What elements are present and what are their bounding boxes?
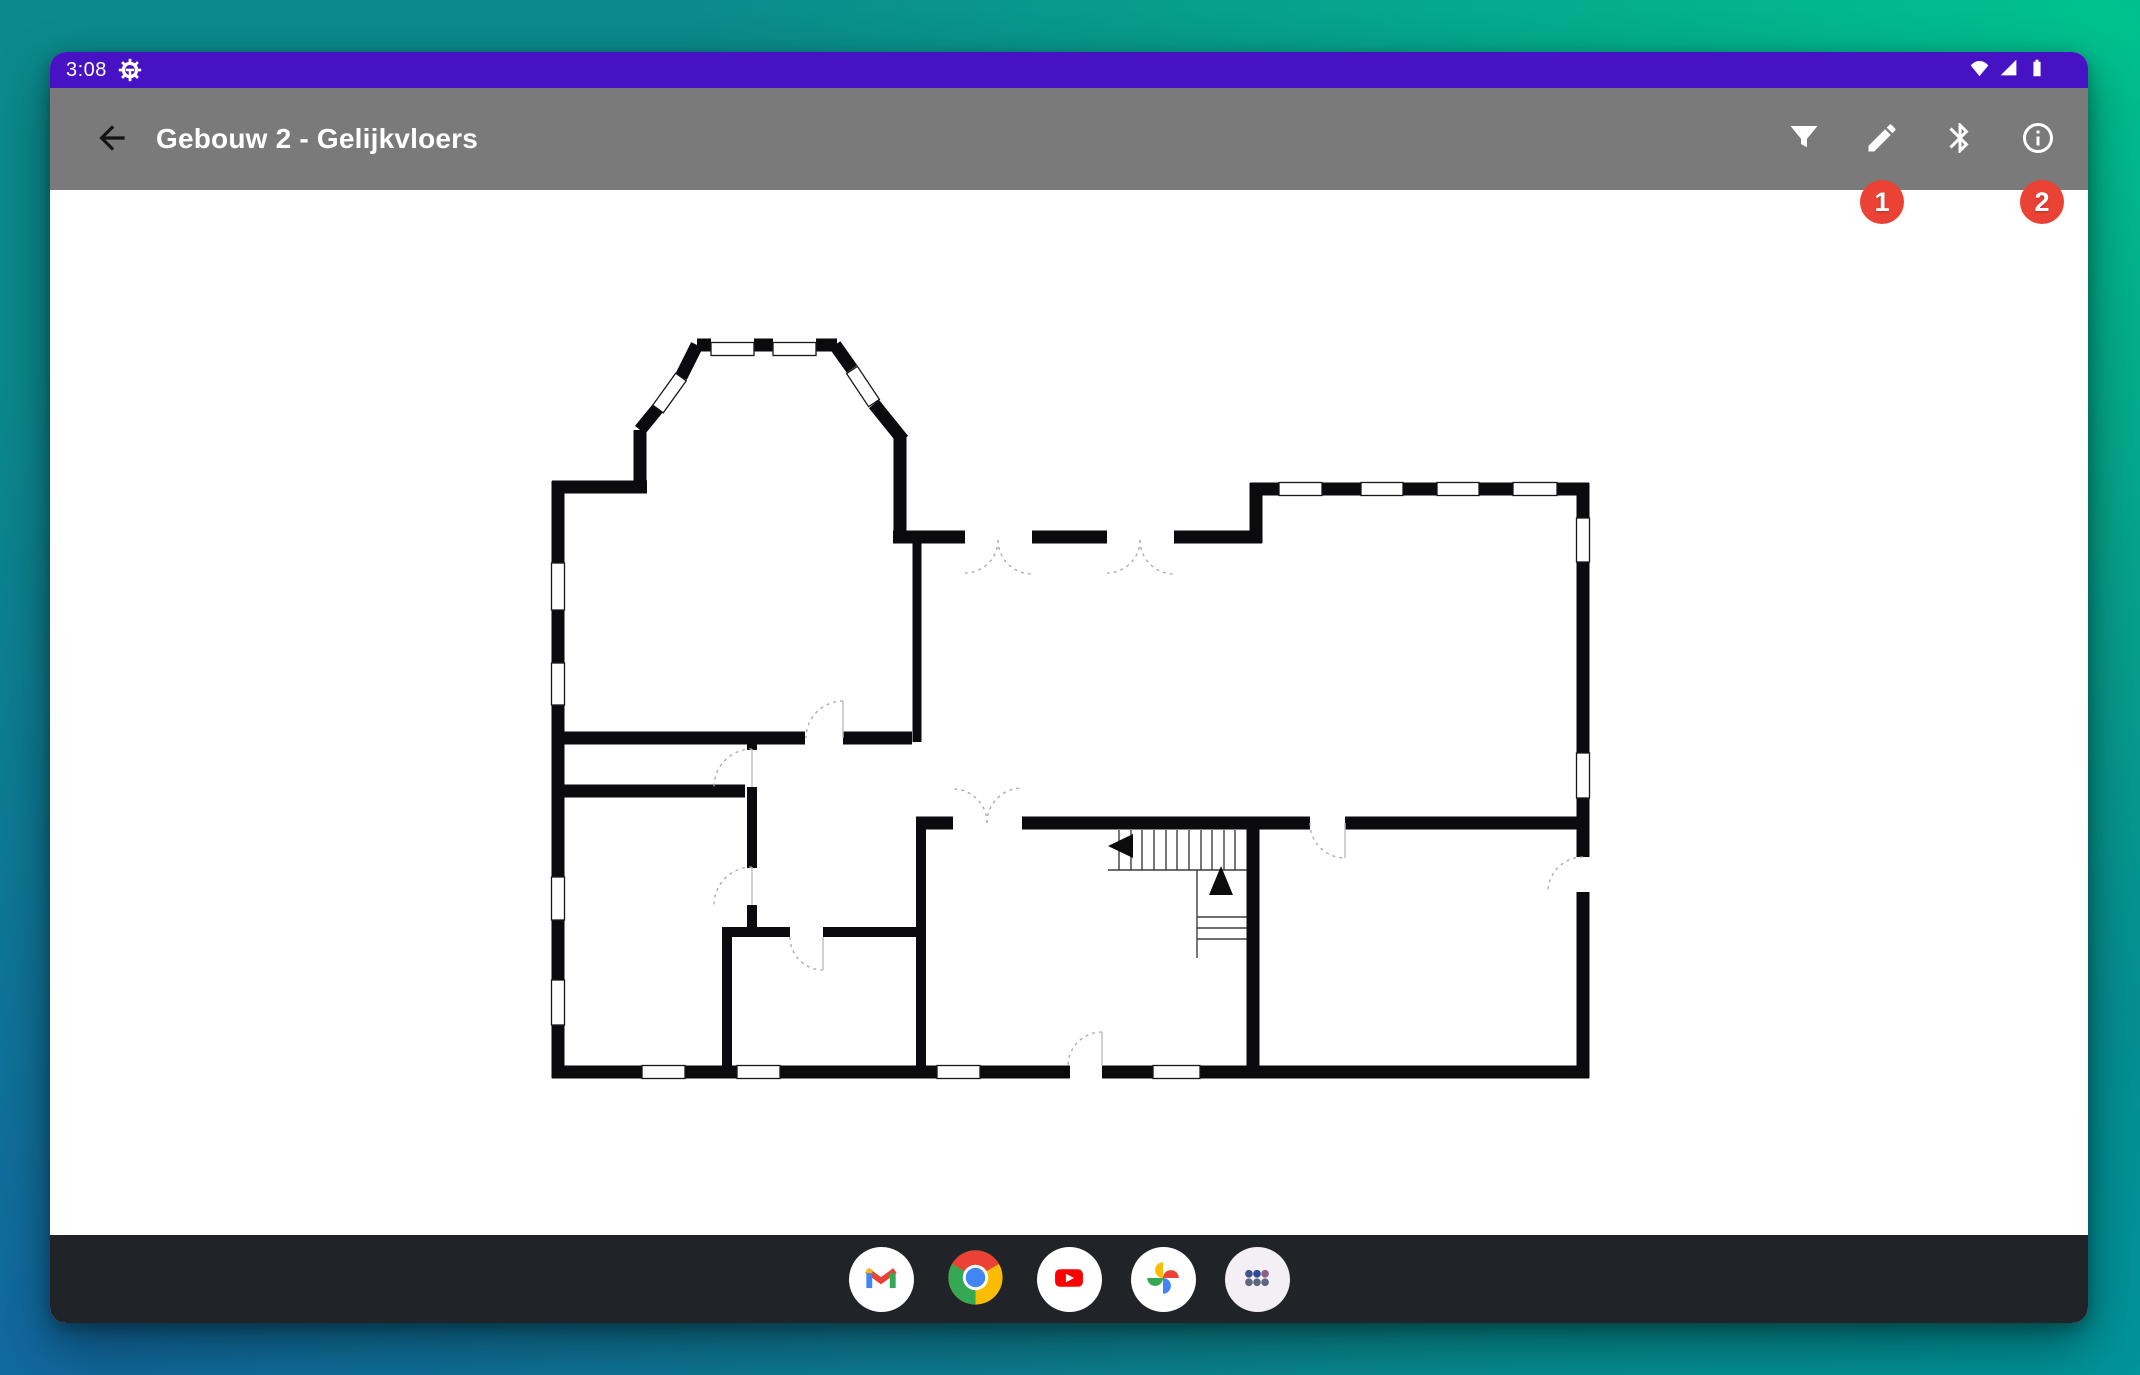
appbar-actions bbox=[1782, 117, 2060, 161]
dock-app-youtube[interactable] bbox=[1037, 1247, 1102, 1312]
android-emulator-window: 3:08 bbox=[50, 52, 2088, 1323]
bluetooth-icon bbox=[1942, 120, 1978, 159]
arrow-back-icon bbox=[93, 119, 131, 160]
status-bar: 3:08 bbox=[50, 52, 2088, 88]
floorplan-view[interactable] bbox=[50, 190, 2088, 1235]
dock-app-google-photos[interactable] bbox=[1131, 1247, 1196, 1312]
app-drawer-dots-icon bbox=[1235, 1256, 1279, 1303]
gmail-icon bbox=[859, 1256, 903, 1303]
dock-app-chrome[interactable] bbox=[943, 1247, 1008, 1312]
wifi-icon bbox=[1968, 56, 1991, 84]
desktop-background: { "statusbar": { "time": "3:08", "left_i… bbox=[0, 0, 2140, 1375]
filter-button[interactable] bbox=[1782, 117, 1826, 161]
info-icon bbox=[2020, 120, 2056, 159]
dock-app-drawer-button[interactable] bbox=[1225, 1247, 1290, 1312]
youtube-icon bbox=[1047, 1256, 1091, 1303]
google-photos-icon bbox=[1141, 1256, 1185, 1303]
dock-app-gmail[interactable] bbox=[849, 1247, 914, 1312]
clock: 3:08 bbox=[66, 59, 107, 82]
android-setup-gear-icon bbox=[117, 57, 143, 83]
battery-icon bbox=[2026, 57, 2048, 84]
back-button[interactable] bbox=[90, 117, 134, 161]
bluetooth-button[interactable] bbox=[1938, 117, 1982, 161]
info-button[interactable] bbox=[2016, 117, 2060, 161]
step-badge-1: 1 bbox=[1860, 180, 1904, 224]
filter-icon bbox=[1786, 120, 1822, 159]
page-title: Gebouw 2 - Gelijkvloers bbox=[156, 123, 478, 155]
edit-button[interactable] bbox=[1860, 117, 1904, 161]
floorplan-canvas[interactable] bbox=[50, 190, 2088, 1235]
dock bbox=[50, 1235, 2088, 1323]
cellular-signal-icon bbox=[1998, 57, 2019, 83]
step-badge-2: 2 bbox=[2020, 180, 2064, 224]
edit-pencil-icon bbox=[1864, 120, 1900, 159]
chrome-icon bbox=[943, 1245, 1008, 1313]
app-bar: Gebouw 2 - Gelijkvloers bbox=[50, 88, 2088, 190]
